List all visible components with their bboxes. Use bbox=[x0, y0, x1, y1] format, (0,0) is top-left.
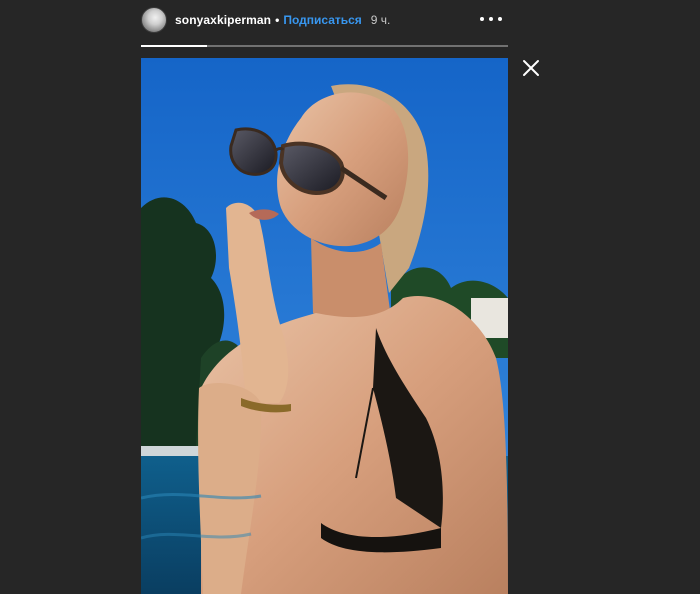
story-viewer: sonyaxkiperman • Подписаться 9 ч. bbox=[141, 0, 508, 594]
story-header: sonyaxkiperman • Подписаться 9 ч. bbox=[141, 6, 508, 34]
avatar[interactable] bbox=[141, 7, 167, 33]
follow-button[interactable]: Подписаться bbox=[283, 13, 361, 27]
more-dot bbox=[489, 17, 493, 21]
story-progress-bar bbox=[141, 45, 508, 47]
story-photo[interactable] bbox=[141, 58, 508, 594]
more-options-icon[interactable] bbox=[480, 14, 502, 24]
more-dot bbox=[480, 17, 484, 21]
story-photo-illustration bbox=[141, 58, 508, 594]
more-dot bbox=[498, 17, 502, 21]
separator-dot: • bbox=[275, 13, 280, 27]
story-progress-fill bbox=[141, 45, 208, 47]
timestamp: 9 ч. bbox=[370, 13, 391, 27]
username-link[interactable]: sonyaxkiperman bbox=[175, 13, 271, 27]
close-icon[interactable] bbox=[522, 59, 540, 77]
